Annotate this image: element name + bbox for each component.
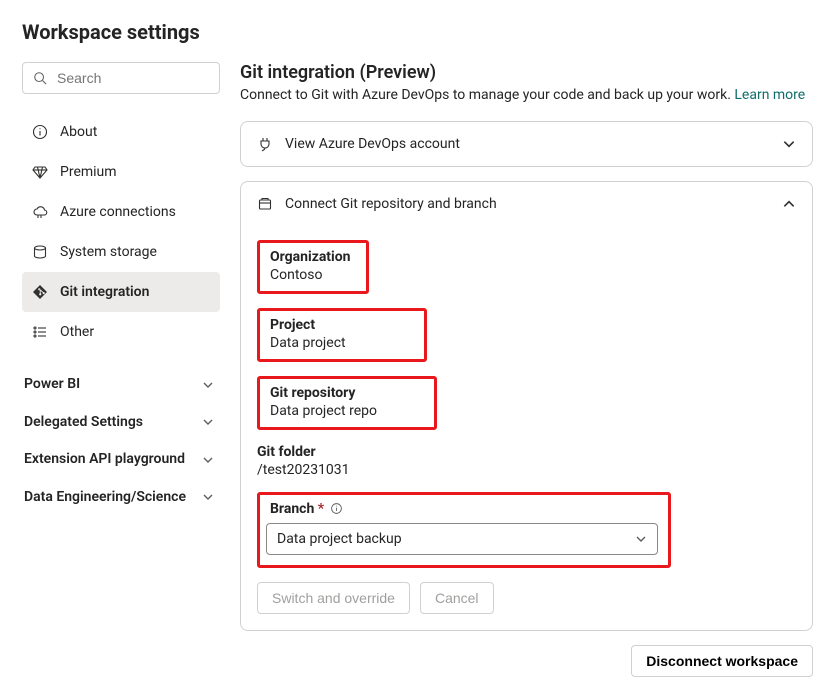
- sidebar-item-azure-connections[interactable]: Azure connections: [22, 192, 220, 232]
- sidebar-item-premium[interactable]: Premium: [22, 152, 220, 192]
- action-buttons: Switch and override Cancel: [257, 582, 796, 614]
- required-indicator: *: [318, 501, 324, 517]
- sidebar: About Premium Azure connections: [22, 62, 220, 516]
- chevron-down-icon: [202, 454, 214, 466]
- connect-repo-header[interactable]: Connect Git repository and branch: [241, 182, 812, 226]
- main-content: Git integration (Preview) Connect to Git…: [240, 62, 817, 677]
- repository-label: Git repository: [270, 385, 424, 401]
- sidebar-item-label: Premium: [60, 164, 117, 180]
- search-input[interactable]: [55, 69, 240, 87]
- group-data-engineering[interactable]: Data Engineering/Science: [22, 479, 220, 517]
- diamond-icon: [32, 164, 48, 180]
- switch-override-button: Switch and override: [257, 582, 410, 614]
- other-icon: [32, 324, 48, 340]
- cancel-button: Cancel: [420, 582, 494, 614]
- repository-field: Git repository Data project repo: [257, 376, 796, 430]
- project-field: Project Data project: [257, 308, 796, 362]
- repository-value: Data project repo: [270, 403, 424, 419]
- disconnect-workspace-button[interactable]: Disconnect workspace: [631, 645, 813, 677]
- group-label: Extension API playground: [24, 451, 185, 469]
- section-description: Connect to Git with Azure DevOps to mana…: [240, 87, 813, 103]
- nav-list: About Premium Azure connections: [22, 112, 220, 352]
- view-account-label: View Azure DevOps account: [285, 136, 770, 152]
- project-value: Data project: [270, 335, 414, 351]
- section-title: Git integration (Preview): [240, 62, 813, 83]
- group-label: Delegated Settings: [24, 414, 143, 432]
- connect-repo-card: Connect Git repository and branch Organi…: [240, 181, 813, 631]
- connect-repo-label: Connect Git repository and branch: [285, 196, 770, 212]
- sidebar-item-label: Other: [60, 324, 94, 340]
- section-description-text: Connect to Git with Azure DevOps to mana…: [240, 87, 734, 103]
- project-label: Project: [270, 317, 414, 333]
- group-extension-api[interactable]: Extension API playground: [22, 441, 220, 479]
- git-icon: [32, 284, 48, 300]
- group-delegated-settings[interactable]: Delegated Settings: [22, 404, 220, 442]
- sidebar-item-other[interactable]: Other: [22, 312, 220, 352]
- search-icon: [33, 71, 47, 85]
- group-power-bi[interactable]: Power BI: [22, 366, 220, 404]
- page-title: Workspace settings: [22, 20, 817, 44]
- sidebar-item-label: Git integration: [60, 284, 149, 300]
- branch-field: Branch * Data project backup: [257, 492, 796, 568]
- organization-field: Organization Contoso: [257, 240, 796, 294]
- learn-more-link[interactable]: Learn more: [734, 87, 805, 103]
- cloud-icon: [32, 204, 48, 220]
- chevron-down-icon: [782, 137, 796, 151]
- repo-icon: [257, 196, 273, 212]
- info-icon: [32, 124, 48, 140]
- connect-repo-body: Organization Contoso Project Data projec…: [241, 226, 812, 630]
- plug-icon: [257, 136, 273, 152]
- info-icon[interactable]: [330, 501, 343, 517]
- sidebar-item-label: About: [60, 124, 97, 140]
- sidebar-item-git-integration[interactable]: Git integration: [22, 272, 220, 312]
- view-account-card: View Azure DevOps account: [240, 121, 813, 167]
- group-label: Power BI: [24, 376, 80, 394]
- branch-label: Branch: [270, 501, 314, 517]
- branch-select[interactable]: Data project backup: [266, 523, 658, 555]
- view-account-header[interactable]: View Azure DevOps account: [241, 122, 812, 166]
- chevron-down-icon: [202, 491, 214, 503]
- sidebar-item-label: System storage: [60, 244, 157, 260]
- chevron-down-icon: [202, 379, 214, 391]
- search-box[interactable]: [22, 62, 220, 94]
- chevron-down-icon: [202, 416, 214, 428]
- branch-selected-value: Data project backup: [277, 531, 402, 547]
- folder-label: Git folder: [257, 444, 796, 460]
- nav-groups: Power BI Delegated Settings Extension AP…: [22, 366, 220, 516]
- organization-value: Contoso: [270, 267, 356, 283]
- folder-field: Git folder /test20231031: [257, 444, 796, 478]
- chevron-up-icon: [782, 197, 796, 211]
- sidebar-item-about[interactable]: About: [22, 112, 220, 152]
- group-label: Data Engineering/Science: [24, 489, 186, 507]
- footer-actions: Disconnect workspace: [240, 645, 813, 677]
- sidebar-item-system-storage[interactable]: System storage: [22, 232, 220, 272]
- organization-label: Organization: [270, 249, 356, 265]
- sidebar-item-label: Azure connections: [60, 204, 176, 220]
- storage-icon: [32, 244, 48, 260]
- chevron-down-icon: [635, 533, 647, 545]
- folder-value: /test20231031: [257, 462, 796, 478]
